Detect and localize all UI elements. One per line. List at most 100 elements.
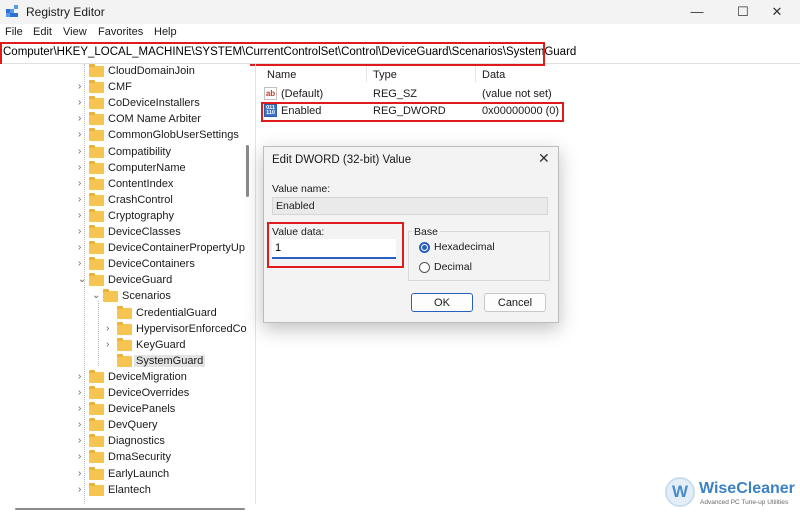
- column-divider[interactable]: [475, 66, 476, 82]
- hexadecimal-radio[interactable]: [419, 242, 430, 253]
- menu-favorites[interactable]: Favorites: [98, 26, 143, 38]
- decimal-radio[interactable]: [419, 262, 430, 273]
- tree-item[interactable]: › DeviceContainers: [0, 257, 250, 273]
- chevron-right-icon[interactable]: ›: [106, 339, 115, 350]
- tree-item[interactable]: › DeviceContainerPropertyUp: [0, 241, 250, 257]
- tree-item[interactable]: ⌄ Scenarios: [0, 289, 250, 305]
- value-name-field: Enabled: [272, 197, 548, 215]
- tree-item-label: Scenarios: [122, 290, 171, 303]
- column-header-data[interactable]: Data: [482, 69, 505, 81]
- chevron-right-icon[interactable]: ›: [78, 178, 87, 189]
- menu-edit[interactable]: Edit: [33, 26, 52, 38]
- chevron-right-icon[interactable]: ›: [78, 242, 87, 253]
- value-name-label: Value name:: [272, 183, 331, 195]
- ok-button[interactable]: OK: [411, 293, 473, 312]
- chevron-right-icon[interactable]: ›: [78, 258, 87, 269]
- tree-item-label: Compatibility: [108, 145, 171, 158]
- folder-icon: [117, 305, 132, 319]
- chevron-right-icon[interactable]: ›: [78, 113, 87, 124]
- tree-item[interactable]: › Diagnostics: [0, 434, 250, 450]
- chevron-right-icon[interactable]: ›: [106, 323, 115, 334]
- decimal-label[interactable]: Decimal: [434, 261, 472, 273]
- tree-item[interactable]: › HypervisorEnforcedCo: [0, 321, 250, 338]
- chevron-down-icon[interactable]: ⌄: [78, 274, 87, 285]
- tree-item[interactable]: › CrashControl: [0, 192, 250, 209]
- chevron-right-icon[interactable]: ›: [78, 194, 87, 205]
- tree-item[interactable]: › DeviceOverrides: [0, 386, 250, 402]
- hexadecimal-label[interactable]: Hexadecimal: [434, 241, 495, 253]
- chevron-right-icon[interactable]: ›: [78, 403, 87, 414]
- base-group: [408, 231, 550, 281]
- tree-item[interactable]: CredentialGuard: [0, 305, 250, 322]
- folder-icon: [89, 450, 104, 464]
- tree-item[interactable]: › KeyGuard: [0, 337, 250, 354]
- cancel-button[interactable]: Cancel: [484, 293, 546, 312]
- tree-item[interactable]: › DmaSecurity: [0, 450, 250, 466]
- column-header-type[interactable]: Type: [373, 69, 397, 81]
- chevron-right-icon[interactable]: ›: [78, 468, 87, 479]
- folder-icon: [117, 321, 132, 335]
- chevron-right-icon[interactable]: ›: [78, 146, 87, 157]
- pane-splitter[interactable]: [255, 64, 256, 504]
- folder-icon: [89, 273, 104, 287]
- chevron-right-icon[interactable]: ›: [78, 129, 87, 140]
- chevron-right-icon[interactable]: ›: [78, 484, 87, 495]
- title-bar: Registry Editor — ☐ ✕: [0, 0, 800, 24]
- tree-item[interactable]: › ComputerName: [0, 160, 250, 177]
- chevron-right-icon[interactable]: ›: [78, 162, 87, 173]
- menu-file[interactable]: File: [5, 26, 23, 38]
- tree-horizontal-scrollbar[interactable]: [15, 508, 245, 510]
- chevron-down-icon[interactable]: ⌄: [92, 290, 101, 301]
- tree-item[interactable]: › DevicePanels: [0, 402, 250, 418]
- folder-icon: [89, 482, 104, 496]
- tree-item[interactable]: › Elantech: [0, 482, 250, 499]
- tree-item[interactable]: › DeviceMigration: [0, 369, 250, 386]
- menu-view[interactable]: View: [63, 26, 87, 38]
- dialog-close-button[interactable]: ✕: [538, 150, 550, 167]
- tree-item-label: CommonGlobUserSettings: [108, 129, 239, 142]
- folder-icon: [117, 353, 132, 367]
- folder-icon: [89, 402, 104, 416]
- chevron-right-icon[interactable]: ›: [78, 387, 87, 398]
- chevron-right-icon[interactable]: ›: [78, 435, 87, 446]
- tree-item[interactable]: › ContentIndex: [0, 176, 250, 193]
- tree-item[interactable]: › EarlyLaunch: [0, 466, 250, 483]
- tree-item-label: CredentialGuard: [136, 306, 217, 319]
- tree-item[interactable]: › COM Name Arbiter: [0, 112, 250, 128]
- chevron-right-icon[interactable]: ›: [78, 226, 87, 237]
- tree-item-label: Diagnostics: [108, 435, 165, 448]
- tree-item[interactable]: › CommonGlobUserSettings: [0, 128, 250, 144]
- chevron-right-icon[interactable]: ›: [78, 210, 87, 221]
- column-header-name[interactable]: Name: [267, 69, 296, 81]
- minimize-button[interactable]: —: [674, 0, 720, 24]
- value-type: REG_SZ: [373, 88, 418, 100]
- chevron-right-icon[interactable]: ›: [78, 371, 87, 382]
- tree-item[interactable]: › CoDeviceInstallers: [0, 96, 250, 112]
- tree-item-label: KeyGuard: [136, 338, 186, 351]
- chevron-right-icon[interactable]: ›: [78, 97, 87, 108]
- string-value-icon: ab: [264, 87, 277, 100]
- folder-icon: [89, 241, 104, 255]
- chevron-right-icon[interactable]: ›: [78, 451, 87, 462]
- folder-icon: [89, 128, 104, 142]
- tree-item[interactable]: › DeviceClasses: [0, 225, 250, 241]
- chevron-right-icon[interactable]: ›: [78, 81, 87, 92]
- tree-item[interactable]: › CMF: [0, 80, 250, 96]
- folder-icon: [89, 257, 104, 271]
- folder-icon: [89, 96, 104, 110]
- tree-item[interactable]: SystemGuard: [0, 353, 250, 370]
- value-row[interactable]: ab (Default) REG_SZ (value not set): [262, 86, 562, 102]
- tree-item[interactable]: › DevQuery: [0, 418, 250, 434]
- column-divider[interactable]: [366, 66, 367, 82]
- close-window-button[interactable]: ✕: [754, 0, 800, 24]
- tree-scrollbar[interactable]: [246, 145, 249, 197]
- registry-key-tree: CloudDomainJoin › CMF › CoDeviceInstallers › C…: [0, 64, 250, 504]
- tree-item[interactable]: CloudDomainJoin: [0, 64, 250, 80]
- base-label: Base: [412, 226, 440, 238]
- chevron-right-icon[interactable]: ›: [78, 419, 87, 430]
- tree-item[interactable]: ⌄ DeviceGuard: [0, 273, 250, 289]
- tree-item[interactable]: › Cryptography: [0, 208, 250, 225]
- tree-item[interactable]: › Compatibility: [0, 144, 250, 161]
- value-name: (Default): [281, 88, 324, 100]
- menu-help[interactable]: Help: [154, 26, 177, 38]
